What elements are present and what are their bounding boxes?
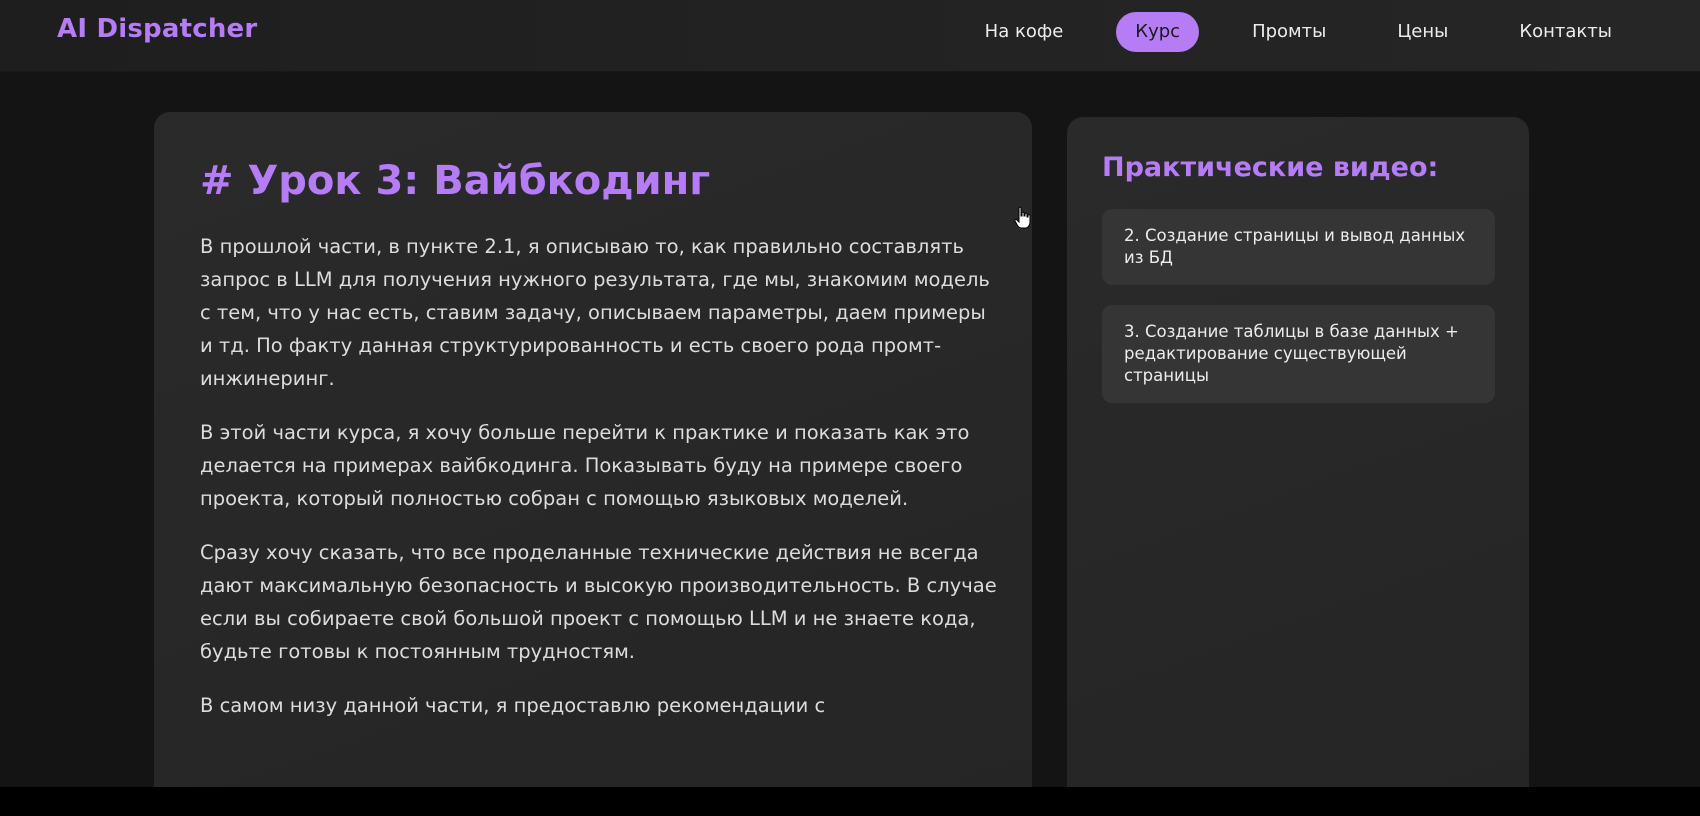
hand-pointer-icon — [1014, 206, 1031, 229]
site-logo[interactable]: AI Dispatcher — [57, 14, 257, 44]
lesson-paragraph: В самом низу данной части, я предоставлю… — [200, 694, 826, 717]
videos-sidebar: Практические видео: 2. Создание страницы… — [1067, 117, 1529, 787]
nav-item-coffee[interactable]: На кофе — [967, 12, 1082, 52]
lesson-paragraph: В прошлой части, в пункте 2.1, я описыва… — [200, 235, 990, 390]
lesson-article: # Урок 3: Вайбкодинг В прошлой части, в … — [154, 112, 1032, 787]
page-viewport: AI Dispatcher На кофе Курс Промты Цены К… — [0, 0, 1700, 787]
nav-item-prompts[interactable]: Промты — [1234, 12, 1344, 52]
nav-item-contacts[interactable]: Контакты — [1501, 12, 1630, 52]
lesson-body: В прошлой части, в пункте 2.1, я описыва… — [200, 230, 1000, 743]
site-header: AI Dispatcher На кофе Курс Промты Цены К… — [0, 0, 1700, 71]
nav-item-course[interactable]: Курс — [1116, 12, 1200, 52]
lesson-paragraph: Сразу хочу сказать, что все проделанные … — [200, 541, 997, 663]
bottom-black-bar — [0, 787, 1700, 816]
main-nav: На кофе Курс Промты Цены Контакты — [932, 12, 1630, 52]
video-item-3[interactable]: 3. Создание таблицы в базе данных + реда… — [1102, 305, 1495, 403]
nav-item-prices[interactable]: Цены — [1379, 12, 1466, 52]
lesson-title: # Урок 3: Вайбкодинг — [200, 158, 711, 204]
videos-sidebar-title: Практические видео: — [1102, 152, 1439, 183]
lesson-paragraph: В этой части курса, я хочу больше перейт… — [200, 421, 970, 510]
video-item-2[interactable]: 2. Создание страницы и вывод данных из Б… — [1102, 209, 1495, 285]
